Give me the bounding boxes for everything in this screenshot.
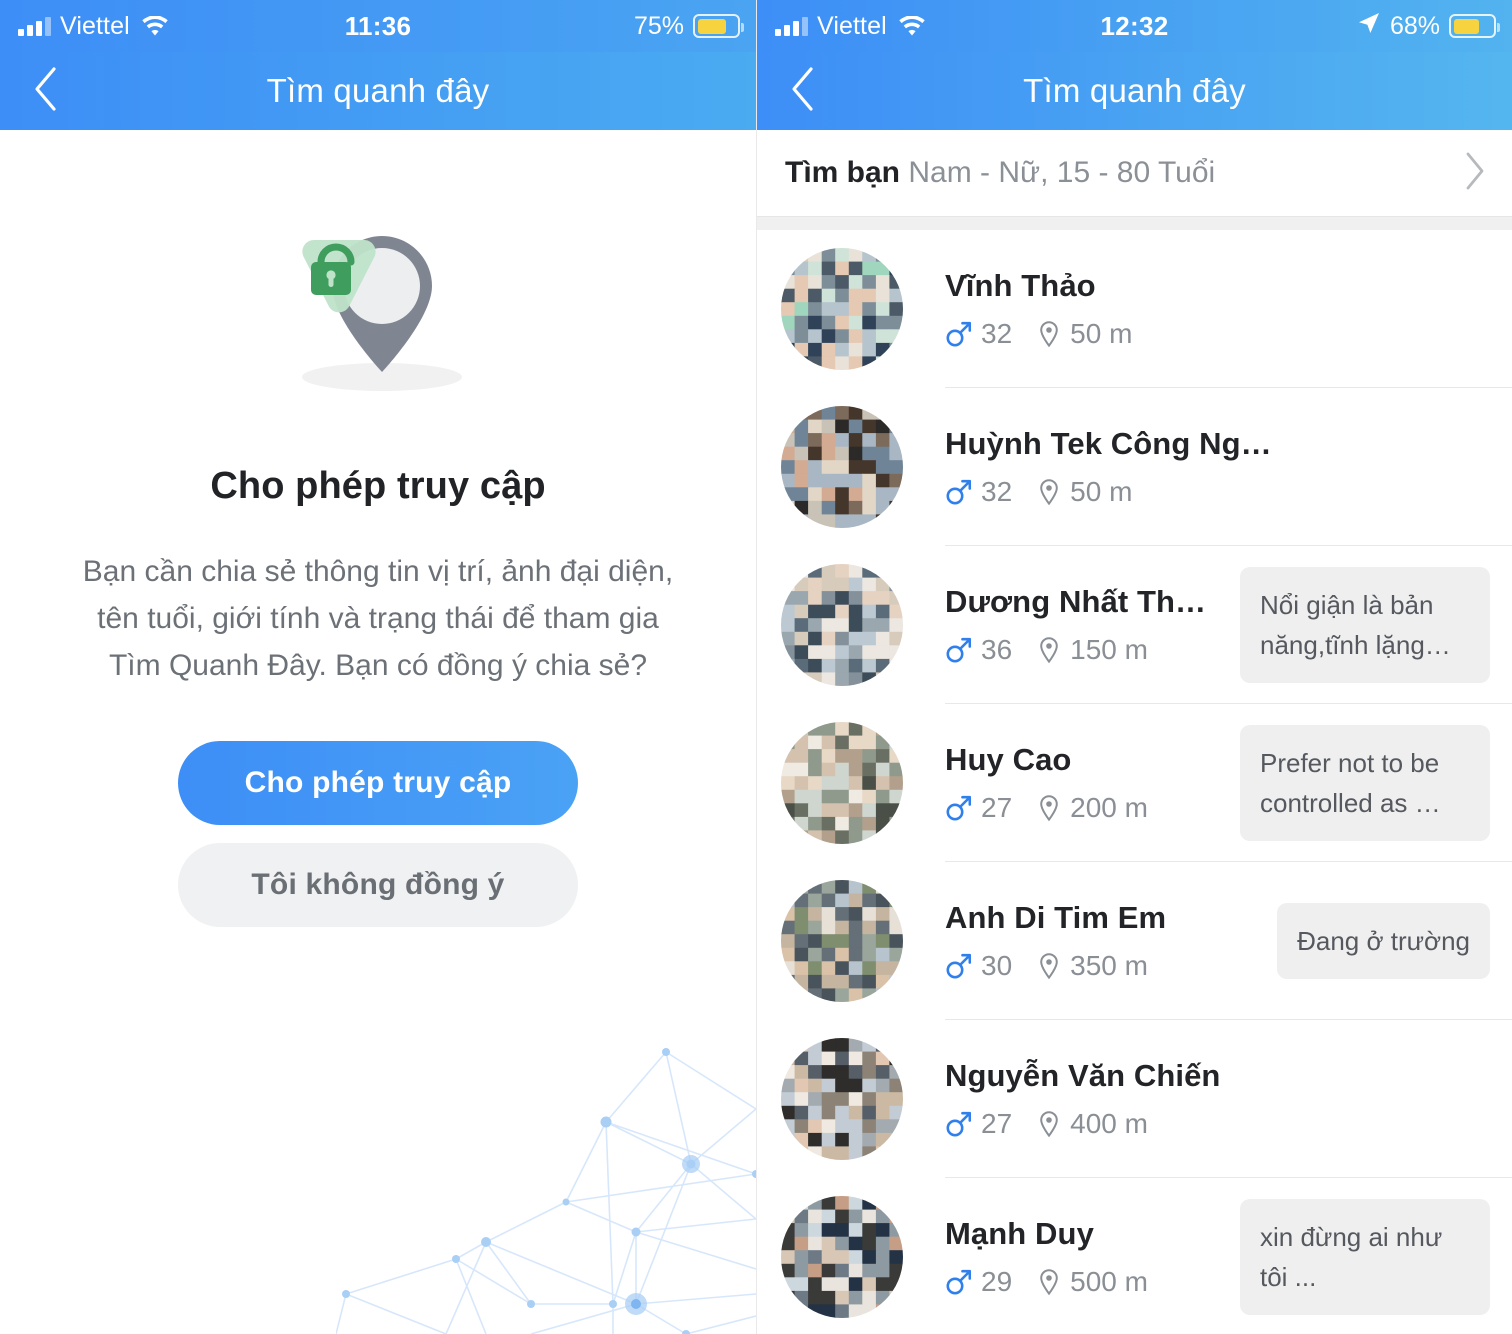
person-row[interactable]: Anh Di Tim Em 30 350 m Đang ở trường — [757, 862, 1512, 1020]
permission-title: Cho phép truy cập — [210, 465, 546, 507]
person-age: 29 — [981, 1266, 1013, 1297]
male-icon — [945, 636, 971, 664]
map-pin-icon — [1038, 1268, 1060, 1296]
person-meta: 32 50 m — [945, 476, 1490, 508]
page-title: Tìm quanh đây — [266, 72, 490, 109]
person-row[interactable]: Vĩnh Thảo 32 50 m — [757, 230, 1512, 388]
person-distance: 400 m — [1070, 1108, 1148, 1139]
avatar[interactable] — [781, 248, 903, 370]
person-status-note: Nổi giận là bản năng,tĩnh lặng… — [1240, 567, 1490, 683]
person-age: 32 — [981, 318, 1013, 349]
person-distance: 200 m — [1070, 792, 1148, 823]
male-icon — [945, 1268, 971, 1296]
person-row[interactable]: Dương Nhất Thư… 36 150 m Nổi giận là bản… — [757, 546, 1512, 704]
person-distance: 500 m — [1070, 1266, 1148, 1297]
person-row[interactable]: Huy Cao 27 200 m Prefer not to be contro… — [757, 704, 1512, 862]
deny-access-button[interactable]: Tôi không đồng ý — [178, 843, 578, 927]
person-row[interactable]: Nguyễn Văn Chiến 27 400 m — [757, 1020, 1512, 1178]
avatar[interactable] — [781, 406, 903, 528]
male-icon — [945, 952, 971, 980]
person-age: 32 — [981, 476, 1013, 507]
person-name: Nguyễn Văn Chiến — [945, 1058, 1221, 1093]
person-age: 36 — [981, 634, 1013, 665]
map-pin-icon — [1038, 636, 1060, 664]
permission-actions: Cho phép truy cập Tôi không đồng ý — [0, 741, 756, 927]
dual-screenshot: Viettel 11:36 75% Tìm quanh đây Cho phép… — [0, 0, 1512, 1334]
male-icon — [945, 320, 971, 348]
nav-bar-left: Tìm quanh đây — [0, 52, 756, 130]
person-name: Mạnh Duy — [945, 1216, 1094, 1251]
status-bar-right: Viettel 12:32 68% — [757, 0, 1512, 52]
avatar[interactable] — [781, 1196, 903, 1318]
chevron-right-icon — [1464, 151, 1486, 196]
status-bar-clock: 11:36 — [344, 10, 412, 41]
person-row[interactable]: Huỳnh Tek Công Nghệ 32 50 m — [757, 388, 1512, 546]
permission-description: Bạn cần chia sẻ thông tin vị trí, ảnh đạ… — [82, 555, 674, 682]
location-pin-unlocked-icon — [0, 130, 756, 397]
person-age: 30 — [981, 950, 1013, 981]
male-icon — [945, 1110, 971, 1138]
person-info: Anh Di Tim Em 30 350 m — [945, 900, 1263, 982]
person-meta: 27 400 m — [945, 1108, 1490, 1140]
battery-icon — [693, 14, 744, 38]
person-info: Huy Cao 27 200 m — [945, 742, 1226, 824]
map-pin-icon — [1038, 1110, 1060, 1138]
person-meta: 32 50 m — [945, 318, 1490, 350]
nearby-people-list: Vĩnh Thảo 32 50 m Huỳnh Tek Công Nghệ 32… — [757, 230, 1512, 1334]
status-bar-left: Viettel 11:36 75% — [0, 0, 756, 52]
person-info: Nguyễn Văn Chiến 27 400 m — [945, 1058, 1490, 1140]
map-pin-icon — [1038, 794, 1060, 822]
person-distance: 350 m — [1070, 950, 1148, 981]
filter-value: Nam - Nữ, 15 - 80 Tuổi — [908, 156, 1216, 189]
screen-nearby-list: Viettel 12:32 68% Tìm quanh đây Tìm bạn … — [756, 0, 1512, 1334]
person-name: Anh Di Tim Em — [945, 900, 1167, 935]
person-age: 27 — [981, 792, 1013, 823]
person-info: Dương Nhất Thư… 36 150 m — [945, 584, 1226, 666]
person-meta: 27 200 m — [945, 792, 1226, 824]
person-info: Vĩnh Thảo 32 50 m — [945, 268, 1490, 350]
person-meta: 29 500 m — [945, 1266, 1226, 1298]
person-name: Dương Nhất Thư… — [945, 584, 1226, 619]
male-icon — [945, 478, 971, 506]
nav-bar-right: Tìm quanh đây — [757, 52, 1512, 130]
battery-icon — [1449, 14, 1500, 38]
person-distance: 150 m — [1070, 634, 1148, 665]
section-divider-band — [757, 216, 1512, 230]
person-name: Huỳnh Tek Công Nghệ — [945, 426, 1275, 461]
avatar[interactable] — [781, 880, 903, 1002]
avatar[interactable] — [781, 564, 903, 686]
filter-text: Tìm bạn Nam - Nữ, 15 - 80 Tuổi — [785, 156, 1215, 190]
person-status-note: Prefer not to be controlled as … — [1240, 725, 1490, 841]
permission-body: Cho phép truy cập Bạn cần chia sẻ thông … — [0, 130, 756, 1334]
screen-permission: Viettel 11:36 75% Tìm quanh đây Cho phép… — [0, 0, 756, 1334]
map-pin-icon — [1038, 320, 1060, 348]
map-pin-icon — [1038, 952, 1060, 980]
person-name: Huy Cao — [945, 742, 1072, 777]
network-nodes-graphic — [335, 1004, 756, 1334]
person-age: 27 — [981, 1108, 1013, 1139]
map-pin-icon — [1038, 478, 1060, 506]
person-meta: 30 350 m — [945, 950, 1263, 982]
status-bar-clock: 12:32 — [1100, 10, 1169, 41]
person-status-note: Đang ở trường — [1277, 903, 1490, 979]
person-info: Mạnh Duy 29 500 m — [945, 1216, 1226, 1298]
person-row[interactable]: Mạnh Duy 29 500 m xin đừng ai như tôi ..… — [757, 1178, 1512, 1334]
person-info: Huỳnh Tek Công Nghệ 32 50 m — [945, 426, 1490, 508]
person-distance: 50 m — [1070, 476, 1133, 507]
male-icon — [945, 794, 971, 822]
person-meta: 36 150 m — [945, 634, 1226, 666]
person-status-note: xin đừng ai như tôi ... — [1240, 1199, 1490, 1315]
avatar[interactable] — [781, 1038, 903, 1160]
person-name: Vĩnh Thảo — [945, 268, 1096, 303]
filter-label: Tìm bạn — [785, 156, 901, 189]
friend-filter-row[interactable]: Tìm bạn Nam - Nữ, 15 - 80 Tuổi — [757, 130, 1512, 216]
page-title: Tìm quanh đây — [1023, 72, 1246, 109]
person-distance: 50 m — [1070, 318, 1133, 349]
avatar[interactable] — [781, 722, 903, 844]
allow-access-button[interactable]: Cho phép truy cập — [178, 741, 578, 825]
